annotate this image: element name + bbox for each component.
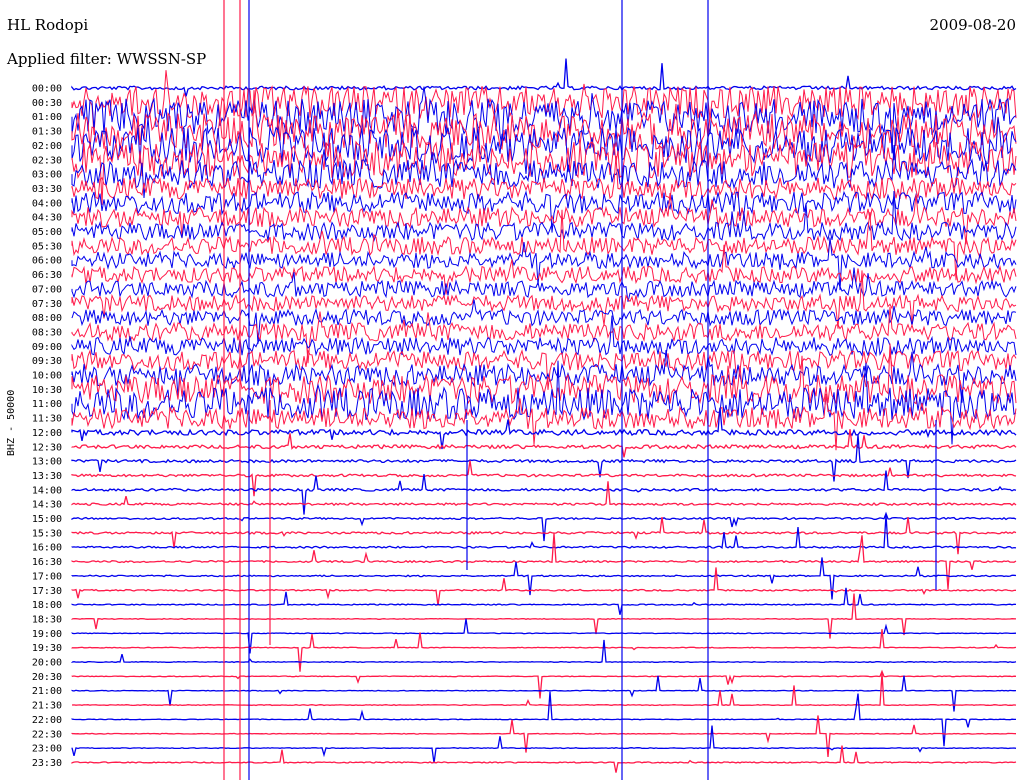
trace-line [71, 639, 1017, 664]
time-tick-label: 08:00 [32, 313, 62, 324]
trace-line [71, 715, 1017, 758]
time-tick-label: 22:30 [32, 729, 62, 740]
trace-line [71, 673, 1017, 707]
time-tick-label: 13:00 [32, 457, 62, 468]
trace-line [71, 348, 1017, 390]
time-tick-label: 04:00 [32, 198, 62, 209]
time-tick-label: 17:30 [32, 586, 62, 597]
time-tick-label: 20:30 [32, 672, 62, 683]
trace-line [71, 511, 1017, 542]
trace-line [71, 360, 1017, 445]
trace-line [71, 629, 1017, 672]
time-tick-label: 00:30 [32, 98, 62, 109]
time-tick-label: 21:00 [32, 686, 62, 697]
time-tick-labels: 00:00 00:30 01:00 01:30 02:00 02:30 03:00 03:30… [32, 84, 62, 769]
time-tick-label: 17:00 [32, 571, 62, 582]
time-tick-label: 14:00 [32, 485, 62, 496]
time-tick-label: 18:00 [32, 600, 62, 611]
time-tick-label: 05:00 [32, 227, 62, 238]
trace-line [71, 725, 1017, 764]
time-tick-label: 00:00 [32, 84, 62, 95]
seismogram-view: HL Rodopi Applied filter: WWSSN-SP 2009-… [0, 0, 1024, 780]
time-tick-label: 15:00 [32, 514, 62, 525]
trace-line [71, 481, 1017, 507]
trace-line [71, 675, 1017, 712]
time-tick-label: 23:00 [32, 744, 62, 755]
time-tick-label: 23:30 [32, 758, 62, 769]
time-tick-label: 09:30 [32, 356, 62, 367]
time-tick-label: 15:30 [32, 528, 62, 539]
time-tick-label: 13:30 [32, 471, 62, 482]
time-tick-label: 07:00 [32, 284, 62, 295]
time-tick-label: 19:30 [32, 643, 62, 654]
time-tick-label: 02:00 [32, 141, 62, 152]
trace-line [71, 593, 1017, 639]
time-tick-label: 14:30 [32, 500, 62, 511]
time-tick-label: 19:00 [32, 629, 62, 640]
time-tick-label: 10:30 [32, 385, 62, 396]
trace-line [71, 587, 1017, 615]
time-tick-label: 08:30 [32, 327, 62, 338]
time-tick-label: 21:30 [32, 701, 62, 712]
time-tick-label: 16:00 [32, 543, 62, 554]
time-tick-label: 01:30 [32, 127, 62, 138]
trace-line [71, 567, 1017, 606]
time-tick-label: 09:00 [32, 342, 62, 353]
time-tick-label: 02:30 [32, 155, 62, 166]
trace-line [71, 70, 1017, 135]
time-tick-label: 16:30 [32, 557, 62, 568]
trace-line [71, 557, 1017, 600]
time-tick-label: 11:30 [32, 414, 62, 425]
time-tick-label: 06:30 [32, 270, 62, 281]
time-tick-label: 20:00 [32, 658, 62, 669]
time-tick-label: 07:30 [32, 299, 62, 310]
time-tick-label: 03:30 [32, 184, 62, 195]
trace-line [71, 393, 1017, 451]
time-tick-label: 18:30 [32, 614, 62, 625]
trace-line [71, 470, 1017, 515]
time-tick-label: 12:30 [32, 442, 62, 453]
time-tick-label: 06:00 [32, 256, 62, 267]
time-tick-label: 11:00 [32, 399, 62, 410]
seismogram-plot: 00:00 00:30 01:00 01:30 02:00 02:30 03:00 03:30… [32, 0, 1017, 780]
time-tick-label: 03:00 [32, 170, 62, 181]
trace-line [71, 244, 1017, 295]
time-tick-label: 04:30 [32, 213, 62, 224]
trace-line [71, 533, 1017, 589]
trace-line [71, 691, 1016, 747]
time-tick-label: 10:00 [32, 371, 62, 382]
time-tick-label: 22:00 [32, 715, 62, 726]
trace-group [71, 0, 1017, 780]
time-tick-label: 05:30 [32, 241, 62, 252]
trace-line [71, 669, 1017, 699]
trace-line [71, 745, 1017, 773]
trace-line [71, 58, 1017, 97]
time-tick-label: 12:00 [32, 428, 62, 439]
time-tick-label: 01:00 [32, 112, 62, 123]
